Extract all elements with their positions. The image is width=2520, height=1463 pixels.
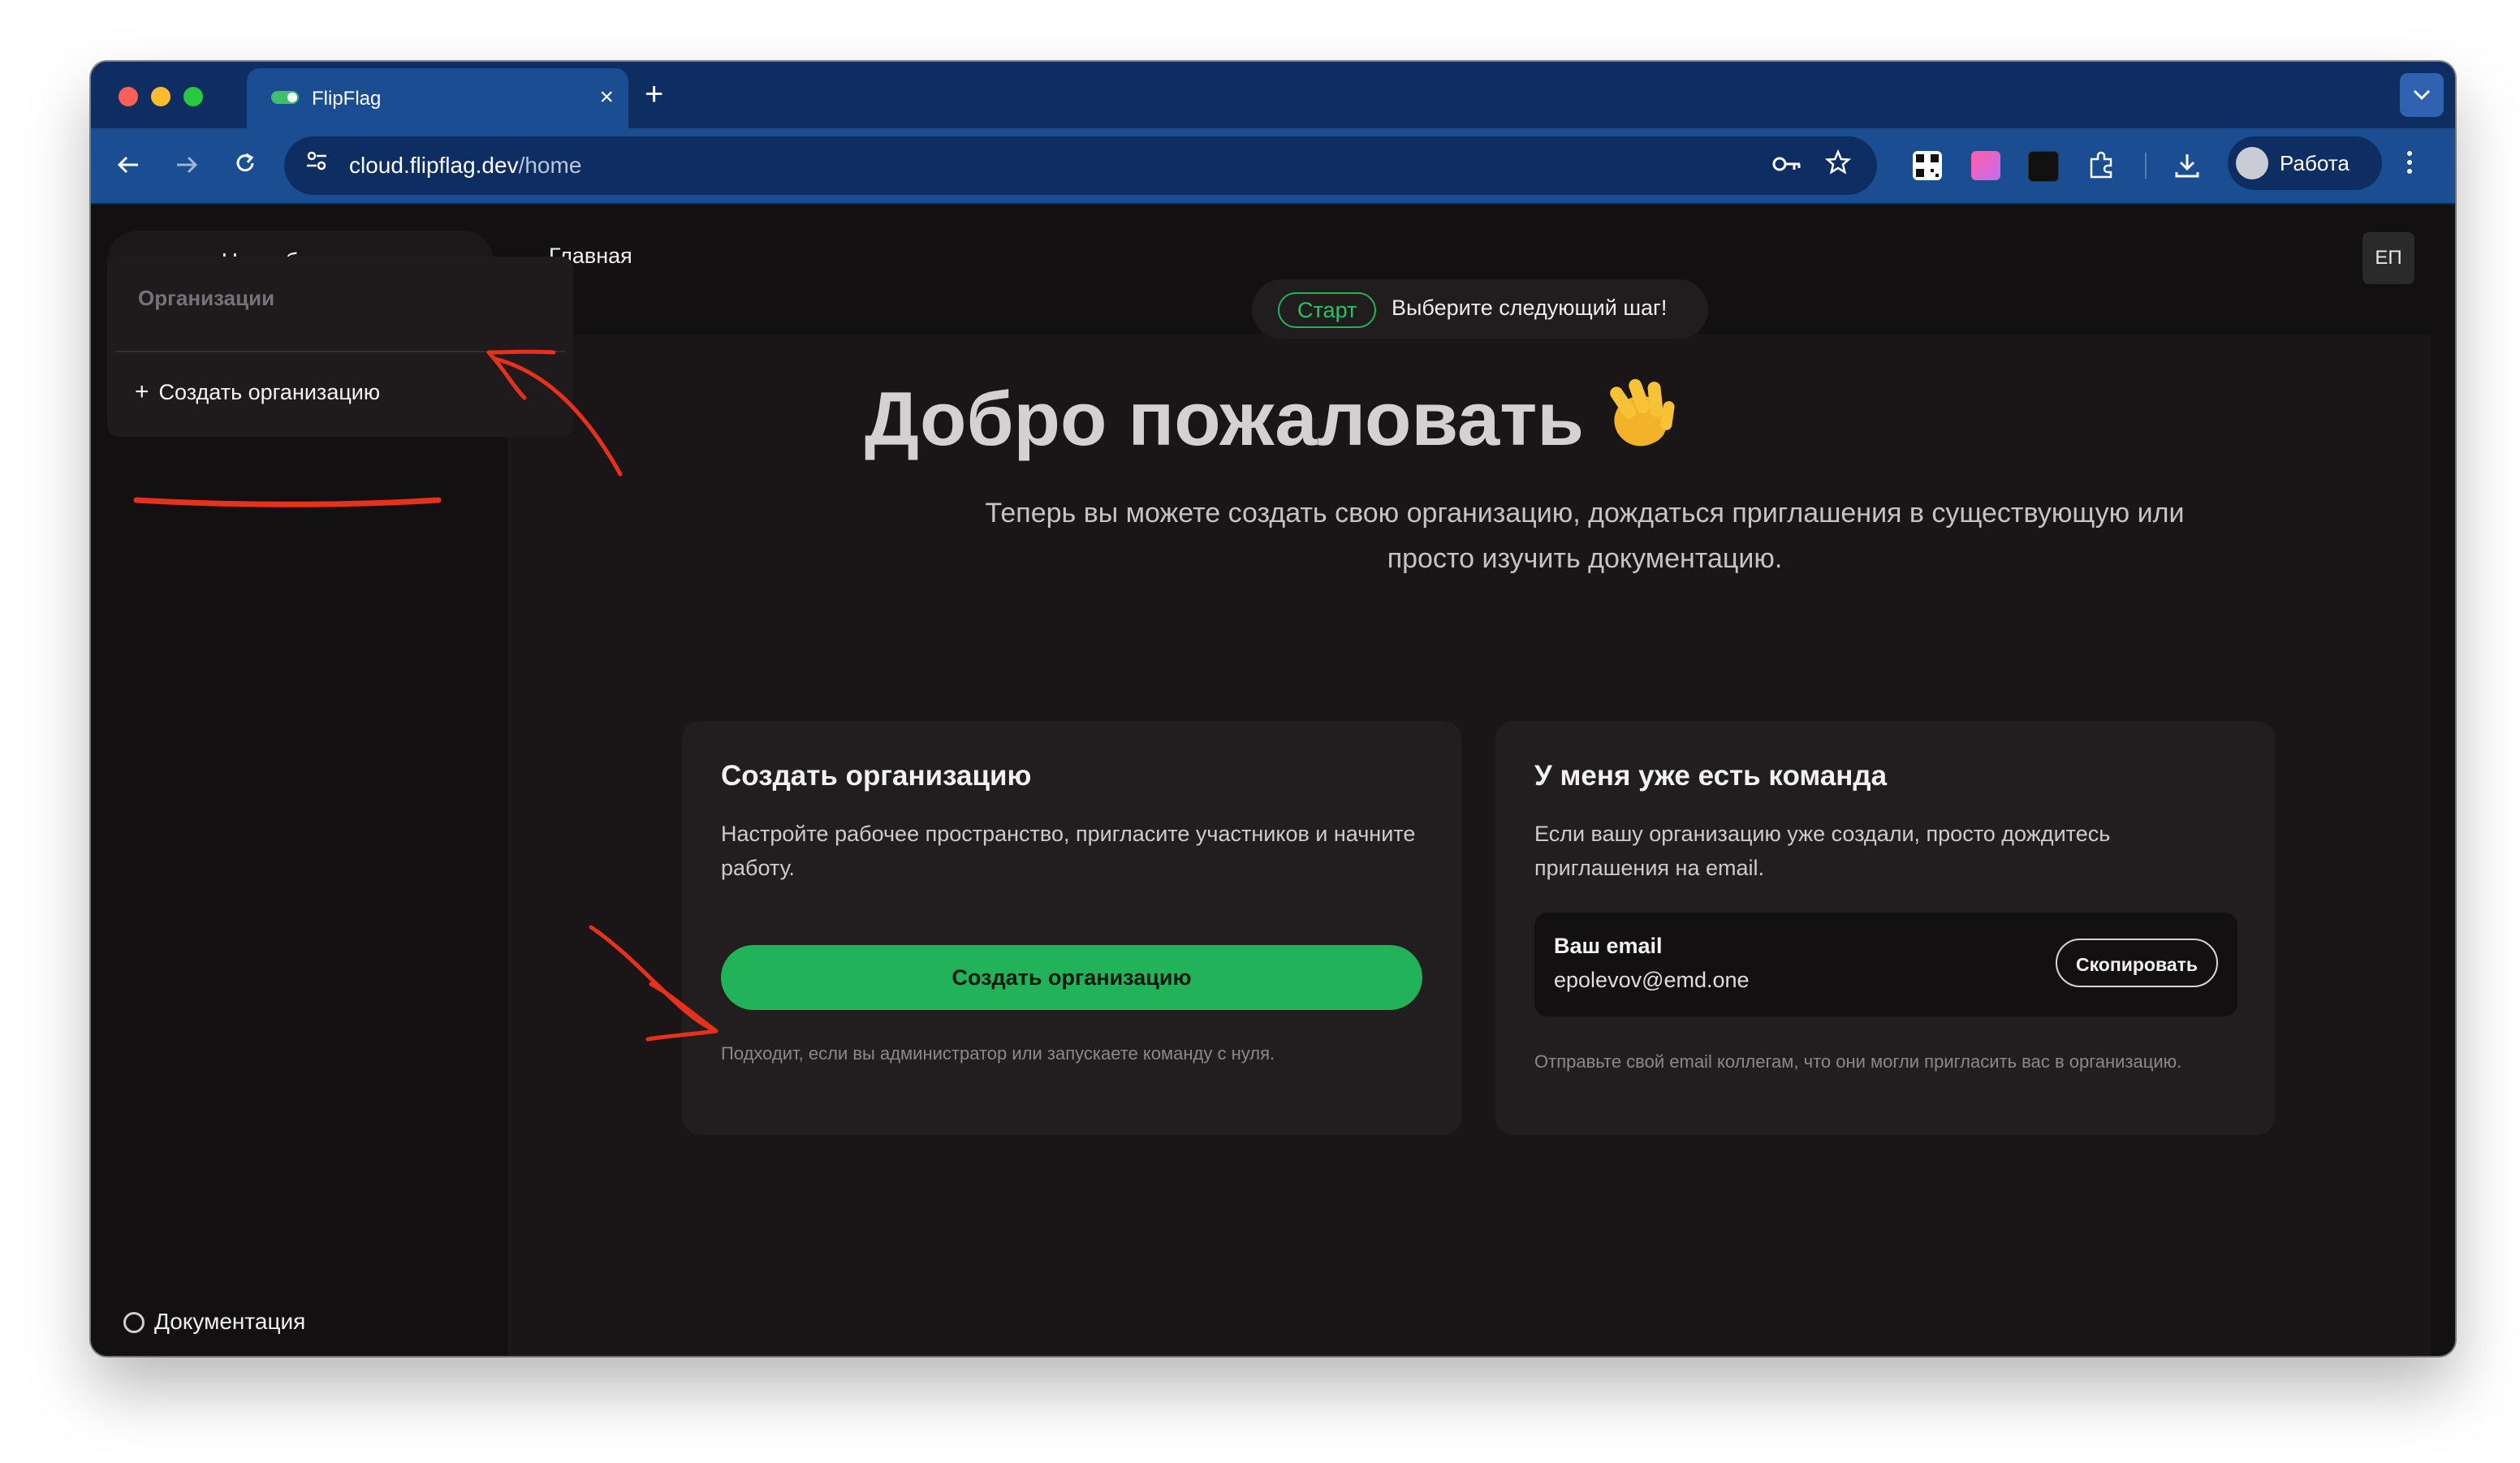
browser-window: FlipFlag × + cloud.flipflag.dev/home Раб…	[91, 62, 2455, 1356]
red-annotations	[133, 349, 718, 1042]
arrow-annotation-top	[493, 356, 623, 477]
arrowhead-bottom	[645, 982, 718, 1042]
underline-annotation	[133, 497, 442, 507]
